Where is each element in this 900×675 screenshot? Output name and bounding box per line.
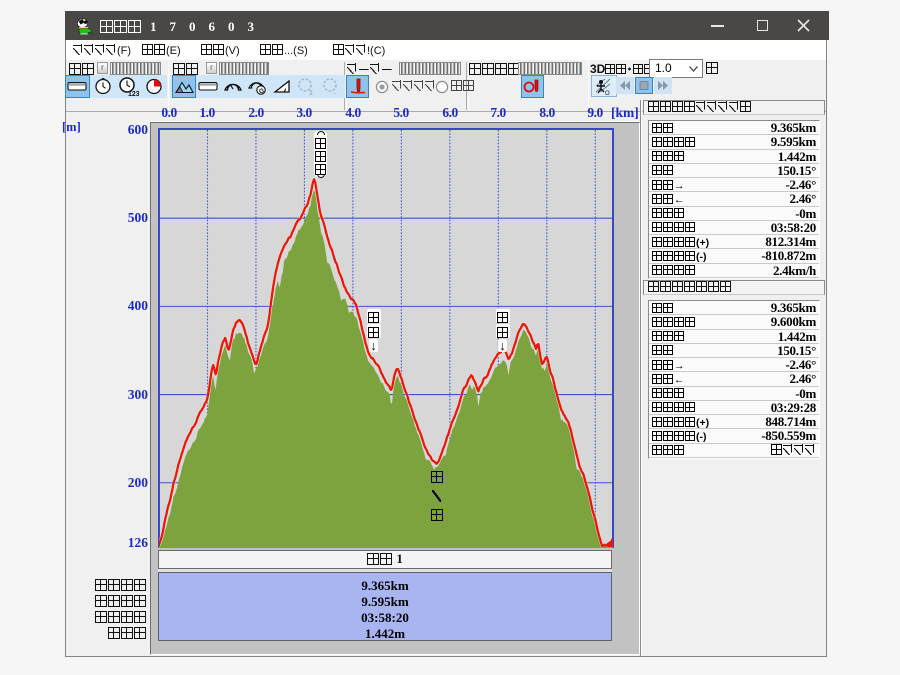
svg-text:123: 123	[128, 91, 139, 97]
svg-text:1: 1	[309, 90, 313, 97]
svg-text:G: G	[259, 88, 264, 95]
svg-text:O: O	[605, 91, 610, 97]
svg-text:..: ..	[333, 89, 337, 96]
